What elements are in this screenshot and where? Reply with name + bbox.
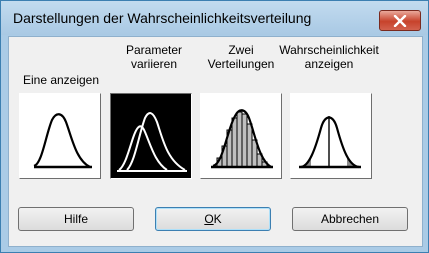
single-distribution-curve-icon[interactable]	[19, 93, 101, 179]
ok-button[interactable]: OK	[155, 207, 271, 231]
window-title: Darstellungen der Wahrscheinlichkeitsver…	[13, 10, 312, 26]
help-button[interactable]: Hilfe	[18, 207, 134, 231]
title-bar[interactable]: Darstellungen der Wahrscheinlichkeitsver…	[1, 1, 428, 35]
option-two-distributions-label-line2: Verteilungen	[207, 57, 275, 71]
two-distributions-histogram-icon[interactable]	[200, 93, 282, 179]
close-icon	[393, 14, 407, 27]
option-single-label: Eine anzeigen	[22, 73, 100, 87]
cancel-button[interactable]: Abbrechen	[292, 207, 408, 231]
dialog-body: Eine anzeigen Parameter variieren Zwei V…	[8, 36, 423, 247]
option-show-probability-label-line1: Wahrscheinlichkeit	[279, 43, 379, 57]
cancel-button-label: Abbrechen	[320, 212, 380, 226]
dialog-window: Darstellungen der Wahrscheinlichkeitsver…	[0, 0, 429, 253]
option-vary-parameters-label-line1: Parameter	[125, 43, 183, 57]
shaded-probability-curve-icon[interactable]	[290, 93, 372, 179]
option-vary-parameters-label-line2: variieren	[130, 57, 178, 71]
option-show-probability-label-line2: anzeigen	[304, 57, 354, 71]
ok-button-mnemonic: O	[204, 212, 214, 226]
close-button[interactable]	[379, 10, 421, 31]
varying-parameters-curves-icon[interactable]	[110, 93, 192, 179]
ok-button-label: K	[213, 212, 222, 226]
help-button-label: Hilfe	[63, 212, 88, 226]
